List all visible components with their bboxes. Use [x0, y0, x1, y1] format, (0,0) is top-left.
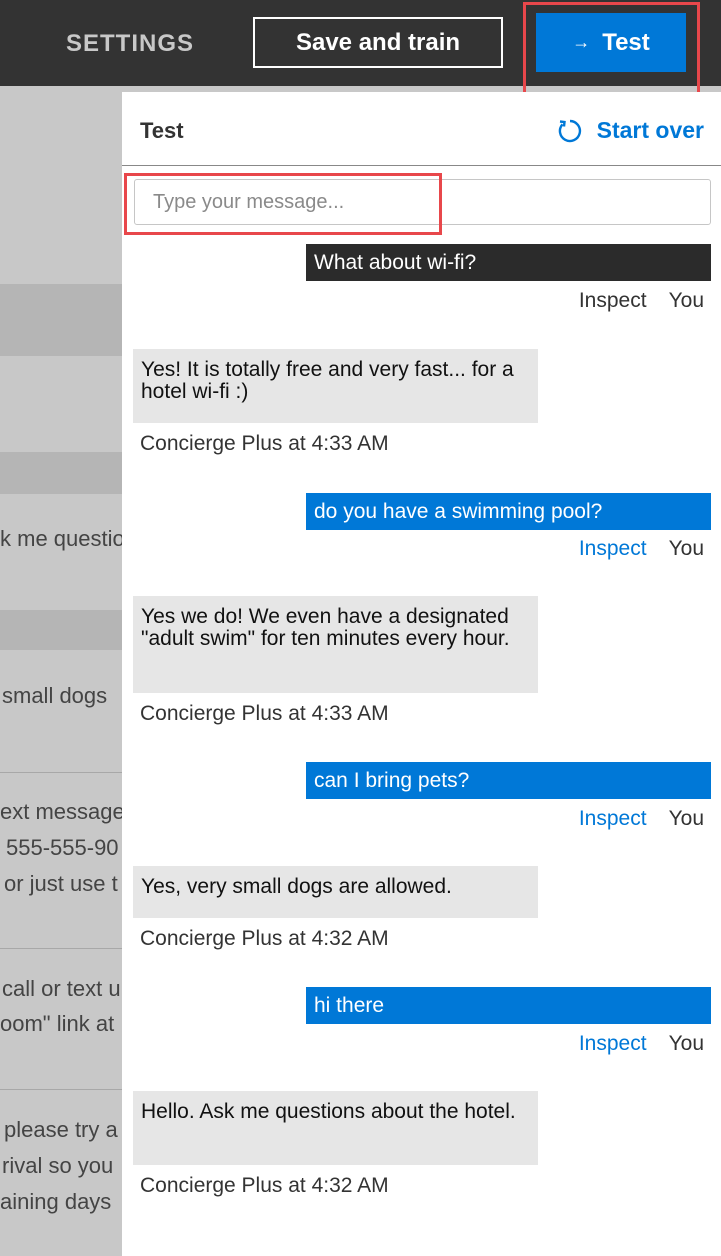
background-band — [0, 284, 122, 356]
background-text: rival so you — [2, 1153, 114, 1178]
message-meta: Inspect You — [579, 1032, 704, 1056]
background-text: aining days — [0, 1189, 112, 1214]
inspect-link[interactable]: Inspect — [579, 807, 647, 831]
sender-label: You — [668, 289, 704, 312]
background-band — [0, 610, 122, 650]
bot-message: Yes! It is totally free and very fast...… — [133, 349, 538, 423]
sender-label: You — [668, 1032, 704, 1055]
refresh-icon — [558, 119, 581, 142]
inspect-link[interactable]: Inspect — [579, 1032, 647, 1056]
sender-label: You — [668, 537, 704, 560]
inspect-link[interactable]: Inspect — [579, 537, 647, 561]
panel-divider — [122, 165, 721, 166]
user-message: What about wi-fi? — [306, 244, 711, 281]
bot-message: Hello. Ask me questions about the hotel. — [133, 1091, 538, 1165]
background-text: call or text u — [2, 976, 121, 1001]
background-text: or just use t — [4, 871, 118, 896]
inspect-link[interactable]: Inspect — [579, 289, 647, 313]
background-divider — [0, 1089, 122, 1090]
start-over-label: Start over — [596, 117, 704, 143]
bot-meta: Concierge Plus at 4:32 AM — [140, 1174, 389, 1197]
bot-meta: Concierge Plus at 4:33 AM — [140, 702, 389, 725]
highlight-test-button — [523, 2, 700, 97]
panel-title: Test — [140, 118, 184, 143]
start-over-button[interactable]: Start over — [557, 117, 704, 144]
background-band — [0, 452, 122, 494]
user-message: hi there — [306, 987, 711, 1024]
message-meta: Inspect You — [579, 289, 704, 313]
sender-label: You — [668, 807, 704, 830]
background-text: ext message — [0, 799, 125, 824]
save-and-train-button[interactable]: Save and train — [253, 17, 503, 68]
user-message: do you have a swimming pool? — [306, 493, 711, 530]
test-panel: Test Start over What about wi-fi? Inspec… — [122, 92, 721, 1256]
background-text: please try a — [4, 1117, 118, 1142]
bot-meta: Concierge Plus at 4:32 AM — [140, 927, 389, 950]
background-text: 555-555-90 — [6, 835, 119, 860]
settings-tab[interactable]: SETTINGS — [66, 30, 194, 58]
highlight-message-input — [124, 173, 442, 235]
bot-message: Yes we do! We even have a designated "ad… — [133, 596, 538, 693]
bot-meta: Concierge Plus at 4:33 AM — [140, 432, 389, 455]
background-page: k me questio small dogs ext message 555-… — [0, 86, 125, 1256]
background-text: small dogs — [2, 683, 108, 708]
bot-message: Yes, very small dogs are allowed. — [133, 866, 538, 918]
message-meta: Inspect You — [579, 537, 704, 561]
background-divider — [0, 948, 122, 949]
background-text: k me questio — [0, 526, 125, 551]
background-divider — [0, 772, 122, 773]
background-text: oom" link at — [0, 1011, 115, 1036]
message-meta: Inspect You — [579, 807, 704, 831]
user-message: can I bring pets? — [306, 762, 711, 799]
